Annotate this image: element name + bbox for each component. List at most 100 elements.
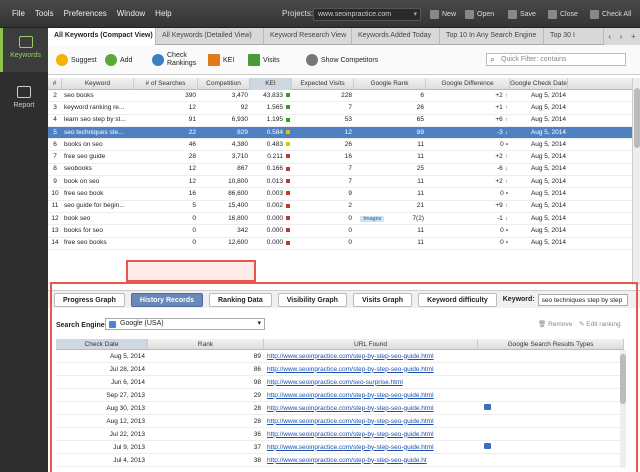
quick-filter-input[interactable]: Quick Filter: contains — [486, 53, 626, 66]
history-row[interactable]: Jul 4, 2013 38 http://www.seoinpractice.co… — [56, 454, 624, 467]
url-link[interactable]: http://www.seoinpractice.com/step-by-ste… — [267, 457, 427, 464]
url-link[interactable]: http://www.seoinpractice.com/step-by-ste… — [267, 431, 434, 438]
google-difference-cell: +9 ↑ — [426, 200, 510, 212]
search-engine-select[interactable]: Google (USA) — [105, 318, 265, 330]
tab-top10[interactable]: Top 10 In Any Search Engine — [440, 28, 544, 45]
project-select[interactable]: www.seoinpractice.com — [313, 8, 421, 21]
grid-header-2[interactable]: # of Searches — [134, 78, 198, 90]
tab-ranking-data[interactable]: Ranking Data — [209, 292, 272, 307]
google-difference-cell: 0 • — [426, 237, 510, 249]
table-row[interactable]: 14 free seo books 0 12,600 0.000 0 11 0 • Aug 5, … — [48, 238, 632, 250]
table-row[interactable]: 6 books on seo 46 4,380 0.483 26 11 0 • Aug 5, 20… — [48, 139, 632, 152]
url-link[interactable]: http://www.seoinpractice.com/step-by-ste… — [267, 418, 434, 425]
grid-header-6[interactable]: Google Rank — [354, 78, 426, 90]
url-link[interactable]: http://www.seoinpractice.com/step-by-ste… — [267, 392, 434, 399]
url-link[interactable]: http://www.seoinpractice.com/step-by-ste… — [267, 444, 434, 451]
tab-visits-graph[interactable]: Visits Graph — [352, 292, 413, 307]
menu-help[interactable]: Help — [155, 9, 171, 18]
url-link[interactable]: http://www.seoinpractice.com/step-by-ste… — [267, 353, 434, 360]
history-row[interactable]: Jul 22, 2013 36 http://www.seoinpractice.c… — [56, 428, 624, 441]
menu-tools[interactable]: Tools — [35, 9, 54, 18]
history-row[interactable]: Aug 5, 2014 89 http://www.seoinpractice.co… — [56, 350, 624, 363]
check-rankings-button[interactable]: Check Rankings — [152, 51, 196, 69]
tab-research-view[interactable]: Keyword Research View — [264, 28, 352, 45]
table-row[interactable]: 13 books for seo 0 342 0.000 0 11 0 • Aug 5, 2014 — [48, 225, 632, 238]
history-header-0[interactable]: Check Date — [56, 339, 148, 349]
tab-history-records[interactable]: History Records — [130, 292, 203, 307]
url-link[interactable]: http://www.seoinpractice.com/step-by-ste… — [267, 366, 434, 373]
table-row[interactable]: 5 seo techniques ste... 22 829 0.584 12 89 -3 ↓ A… — [48, 126, 632, 140]
table-row[interactable]: 2 seo books 390 3,470 43.833 228 6 +2 ↑ Aug 5, 20… — [48, 90, 632, 103]
google-rank-cell: 26 — [354, 102, 426, 114]
suggest-button[interactable]: Suggest — [56, 51, 97, 69]
history-row[interactable]: Jun 28, 201339http://www.seoinpractice.c… — [56, 467, 624, 468]
grid-cell: 0 — [192, 226, 196, 234]
tab-added-today[interactable]: Keywords Added Today — [352, 28, 440, 45]
kei-button[interactable]: KEI — [208, 51, 234, 69]
history-row[interactable]: Sep 27, 2013 29 http://www.seoinpractice.c… — [56, 389, 624, 402]
grid-header-7[interactable]: Google Difference — [426, 78, 510, 90]
history-row[interactable]: Jul 28, 2014 86 http://www.seoinpractice.c… — [56, 363, 624, 376]
table-row[interactable]: 7 free seo guide 28 3,710 0.211 16 11 +2 ↑ Aug 5,… — [48, 151, 632, 164]
tab-top30[interactable]: Top 30 I — [544, 28, 604, 45]
google-difference-cell: +6 ↑ — [426, 114, 510, 126]
history-header-2[interactable]: URL Found — [264, 339, 478, 349]
tab-visibility-graph[interactable]: Visibility Graph — [277, 292, 347, 307]
tab-progress-graph[interactable]: Progress Graph — [54, 292, 125, 307]
visits-button[interactable]: Visits — [248, 51, 280, 69]
tab-next-icon[interactable]: › — [620, 32, 623, 41]
tab-compact-view[interactable]: All Keywords (Compact View) — [48, 28, 156, 45]
history-header-3[interactable]: Google Search Results Types — [478, 339, 624, 349]
grid-scroll-thumb[interactable] — [634, 88, 640, 148]
grid-header-0[interactable]: # — [48, 78, 62, 90]
grid-header-8[interactable]: Google Check Date — [510, 78, 568, 90]
table-row[interactable]: 3 keyword ranking re... 12 92 1.565 7 26 +1 ↑ Aug… — [48, 102, 632, 115]
tab-prev-icon[interactable]: ‹ — [608, 32, 611, 41]
sidebar-item-report[interactable]: Report — [0, 78, 48, 122]
tab-detailed-view[interactable]: All Keywords (Detailed View) — [156, 28, 264, 45]
keyword-value-field[interactable]: seo techniques step by step — [537, 293, 628, 306]
google-rank-cell: 89 — [354, 127, 426, 139]
show-competitors-button[interactable]: Show Competitors — [306, 51, 378, 69]
table-row[interactable]: 12 book seo 0 16,800 0.000 0 Images 7(2) -1 ↓ Aug … — [48, 213, 632, 226]
tab-keyword-difficulty[interactable]: Keyword difficulty — [418, 292, 497, 307]
edit-ranking-button[interactable]: ✎ Edit ranking — [579, 320, 621, 328]
save-button[interactable]: Save — [508, 6, 536, 22]
open-button[interactable]: Open — [465, 6, 494, 22]
history-row[interactable]: Jul 9, 2013 37 http://www.seoinpractice.co… — [56, 441, 624, 454]
sidebar-item-keywords[interactable]: Keywords — [0, 28, 48, 72]
table-row[interactable]: 8 seobooks 12 867 0.166 7 25 -6 ↓ Aug 5, 2014 — [48, 164, 632, 177]
rank-cell: 36 — [253, 430, 261, 438]
history-scroll-thumb[interactable] — [620, 354, 626, 404]
check-all-button[interactable]: Check All — [590, 6, 631, 22]
grid-cell: book on seo — [64, 177, 100, 185]
grid-cell: 16,800 — [228, 214, 248, 222]
close-button[interactable]: Close — [548, 6, 578, 22]
table-row[interactable]: 9 book on seo 12 10,800 0.013 7 11 +2 ↑ Aug 5, 20… — [48, 176, 632, 189]
grid-cell: 7 — [348, 103, 352, 111]
history-header-1[interactable]: Rank — [148, 339, 264, 349]
grid-scrollbar[interactable] — [632, 78, 640, 285]
remove-button[interactable]: 🗑 Remove — [538, 320, 572, 328]
tab-navigation: ‹ › + — [604, 28, 640, 45]
table-row[interactable]: 11 seo guide for begin... 5 15,400 0.002 2 21 +… — [48, 201, 632, 213]
new-button[interactable]: New — [430, 6, 456, 22]
history-row[interactable]: Jun 6, 2014 98 http://www.seoinpractice.co… — [56, 376, 624, 389]
grid-header-3[interactable]: Competition — [198, 78, 250, 90]
table-row[interactable]: 10 free seo book 16 86,600 0.003 9 11 0 • Aug 5, … — [48, 188, 632, 201]
history-scrollbar[interactable] — [620, 350, 626, 468]
grid-header-1[interactable]: Keyword — [62, 78, 134, 90]
history-row[interactable]: Aug 12, 2013 28 http://www.seoinpractice.c… — [56, 415, 624, 428]
url-link[interactable]: http://www.seoinpractice.com/step-by-ste… — [267, 405, 434, 412]
menu-file[interactable]: File — [12, 9, 25, 18]
grid-header-4[interactable]: KEI — [250, 78, 292, 90]
table-row[interactable]: 4 learn seo step by st... 91 6,930 1.195 53 65… — [48, 115, 632, 127]
add-button[interactable]: Add — [105, 51, 132, 69]
grid-header-5[interactable]: Expected Visits — [292, 78, 354, 90]
menu-preferences[interactable]: Preferences — [64, 9, 107, 18]
menu-window[interactable]: Window — [117, 9, 145, 18]
history-row[interactable]: Aug 30, 2013 28 http://www.seoinpractice.c… — [56, 402, 624, 415]
google-difference-cell: 0 • — [426, 139, 510, 151]
tab-add-icon[interactable]: + — [631, 32, 636, 41]
url-link[interactable]: http://www.seoinpractice.com/seo-surpris… — [267, 379, 403, 386]
